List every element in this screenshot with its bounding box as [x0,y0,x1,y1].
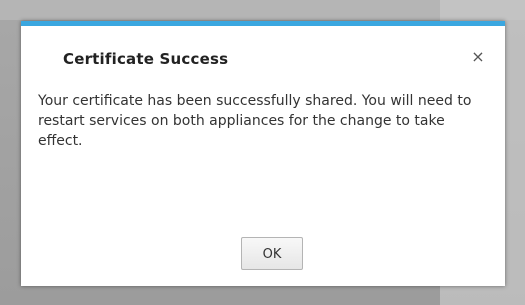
dialog-message: Your certificate has been successfully s… [38,93,472,149]
dialog-title: Certificate Success [63,50,229,68]
ok-button[interactable]: OK [241,237,303,270]
certificate-success-dialog: Certificate Success × Your certificate h… [21,21,505,286]
close-icon[interactable]: × [468,47,488,67]
